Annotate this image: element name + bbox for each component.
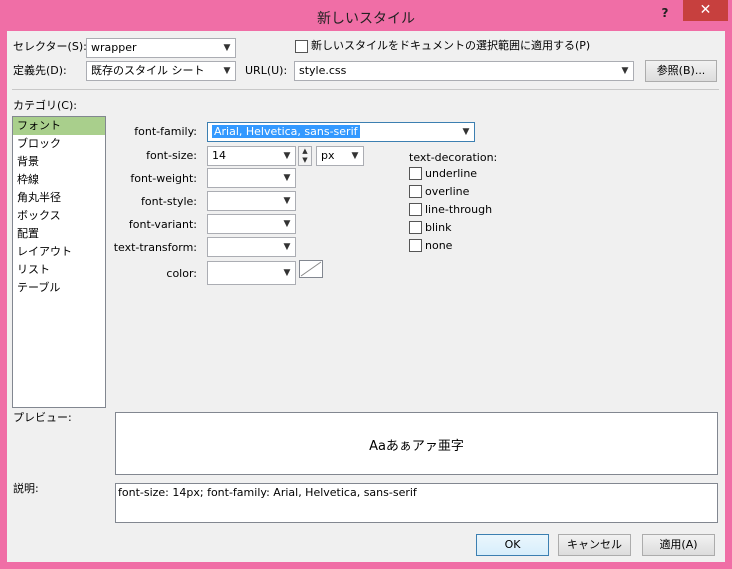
title-bar[interactable]: 新しいスタイル ? ✕	[0, 0, 732, 32]
none-checkbox[interactable]	[409, 239, 422, 252]
chevron-down-icon: ▼	[351, 151, 359, 161]
font-family-value: Arial, Helvetica, sans-serif	[212, 125, 360, 138]
description-text: font-size: 14px; font-family: Arial, Hel…	[118, 486, 417, 499]
category-item-table[interactable]: テーブル	[13, 279, 105, 297]
url-value: style.css	[299, 64, 347, 77]
font-variant-combo[interactable]: ▼	[207, 214, 296, 234]
blink-checkbox[interactable]	[409, 221, 422, 234]
chevron-down-icon: ▼	[462, 127, 470, 137]
font-size-combo[interactable]: 14 ▼	[207, 146, 296, 166]
font-style-label: font-style:	[141, 195, 197, 208]
line-through-checkbox[interactable]	[409, 203, 422, 216]
chevron-down-icon: ▼	[283, 173, 291, 183]
text-transform-label: text-transform:	[113, 241, 197, 254]
chevron-down-icon: ▼	[283, 196, 291, 206]
underline-checkbox[interactable]	[409, 167, 422, 180]
font-weight-combo[interactable]: ▼	[207, 168, 296, 188]
text-decoration-label: text-decoration:	[409, 151, 498, 164]
underline-label: underline	[425, 167, 478, 180]
window-title: 新しいスタイル	[317, 11, 415, 27]
blink-label: blink	[425, 221, 452, 234]
font-family-combo[interactable]: Arial, Helvetica, sans-serif ▼	[207, 122, 475, 142]
preview-text: Aaあぁアァ亜字	[369, 439, 464, 454]
ok-button[interactable]: OK	[476, 534, 549, 556]
chevron-down-icon: ▼	[223, 43, 231, 53]
category-item-font[interactable]: フォント	[13, 117, 105, 135]
close-icon: ✕	[699, 2, 712, 18]
category-item-box[interactable]: ボックス	[13, 207, 105, 225]
selector-combo[interactable]: wrapper ▼	[86, 38, 236, 58]
overline-label: overline	[425, 185, 470, 198]
color-label: color:	[166, 267, 197, 280]
font-size-value: 14	[212, 149, 226, 162]
text-transform-combo[interactable]: ▼	[207, 237, 296, 257]
font-family-label: font-family:	[134, 125, 197, 138]
chevron-down-icon: ▼	[621, 66, 629, 76]
category-item-border-radius[interactable]: 角丸半径	[13, 189, 105, 207]
category-item-border[interactable]: 枠線	[13, 171, 105, 189]
help-button[interactable]: ?	[652, 4, 678, 24]
category-item-block[interactable]: ブロック	[13, 135, 105, 153]
spin-down-icon[interactable]: ▼	[299, 156, 311, 165]
color-combo[interactable]: ▼	[207, 261, 296, 285]
category-item-position[interactable]: 配置	[13, 225, 105, 243]
description-box: font-size: 14px; font-family: Arial, Hel…	[115, 483, 718, 523]
define-in-label: 定義先(D):	[13, 64, 67, 77]
preview-label: プレビュー:	[13, 411, 72, 424]
none-label: none	[425, 239, 453, 252]
category-listbox[interactable]: フォント ブロック 背景 枠線 角丸半径 ボックス 配置 レイアウト リスト テ…	[12, 116, 106, 408]
category-label: カテゴリ(C):	[13, 99, 77, 112]
chevron-down-icon: ▼	[223, 66, 231, 76]
apply-button[interactable]: 適用(A)	[642, 534, 715, 556]
new-style-checkbox-label: 新しいスタイルをドキュメントの選択範囲に適用する(P)	[311, 39, 591, 52]
color-picker-button[interactable]	[299, 260, 323, 278]
selector-value: wrapper	[91, 41, 137, 54]
selector-label: セレクター(S):	[13, 40, 87, 53]
preview-box: Aaあぁアァ亜字	[115, 412, 718, 475]
font-size-spinner[interactable]: ▲ ▼	[298, 146, 312, 166]
dialog-window: 新しいスタイル ? ✕ セレクター(S): wrapper ▼ 新しいスタイルを…	[0, 0, 732, 569]
line-through-label: line-through	[425, 203, 493, 216]
font-weight-label: font-weight:	[130, 172, 197, 185]
browse-button[interactable]: 参照(B)...	[645, 60, 717, 82]
define-in-combo[interactable]: 既存のスタイル シート ▼	[86, 61, 236, 81]
chevron-down-icon: ▼	[283, 242, 291, 252]
category-item-background[interactable]: 背景	[13, 153, 105, 171]
overline-checkbox[interactable]	[409, 185, 422, 198]
font-style-combo[interactable]: ▼	[207, 191, 296, 211]
cancel-button[interactable]: キャンセル	[558, 534, 631, 556]
font-size-unit-value: px	[321, 149, 335, 162]
spin-up-icon[interactable]: ▲	[299, 147, 311, 156]
chevron-down-icon: ▼	[283, 151, 291, 161]
chevron-down-icon: ▼	[283, 219, 291, 229]
dialog-client-area: セレクター(S): wrapper ▼ 新しいスタイルをドキュメントの選択範囲に…	[7, 31, 725, 562]
description-label: 説明:	[13, 482, 39, 495]
category-item-layout[interactable]: レイアウト	[13, 243, 105, 261]
font-size-unit-combo[interactable]: px ▼	[316, 146, 364, 166]
font-variant-label: font-variant:	[128, 218, 197, 231]
url-label: URL(U):	[245, 64, 288, 77]
close-button[interactable]: ✕	[683, 0, 728, 21]
separator	[12, 89, 719, 90]
define-in-value: 既存のスタイル シート	[91, 64, 205, 77]
new-style-checkbox[interactable]	[295, 40, 308, 53]
url-combo[interactable]: style.css ▼	[294, 61, 634, 81]
no-color-icon	[300, 261, 322, 277]
font-size-label: font-size:	[146, 149, 197, 162]
chevron-down-icon: ▼	[283, 268, 291, 278]
category-item-list[interactable]: リスト	[13, 261, 105, 279]
